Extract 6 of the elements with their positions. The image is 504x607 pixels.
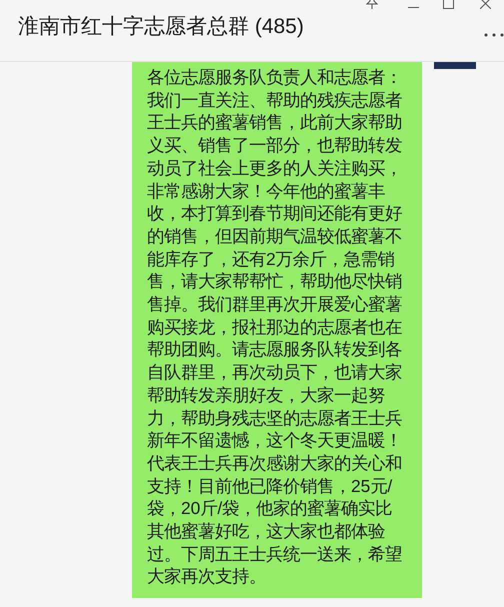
message-text: 各位志愿服务队负责人和志愿者： 我们一直关注、帮助的残疾志愿者 王士兵的蜜薯销售，此前大家帮助 义买、销售了一部分，也帮助转发 动员了社会上更多的人关注购买， 非常感谢大家！今年他的蜜薯丰 收，本打算到春节期间还能有更好 的销售，但因前期气温较低蜜薯不 能库存了，还有2万余斤，急需销 售，请大家帮帮忙，帮助他尽快销 售掉。我们群里再次开展爱心蜜薯 购买接龙，报社那边的志愿者也在 帮助团购。请志愿服务队转发到各 自队群里，再次动员下，也请大家 帮助转发亲朋好友，大家一起努 力，帮助身残志坚的志愿者王士兵 新年不留遗憾，这个冬天更温暖！ 代表王士兵再次感谢大家的关心和 支持！目前他已降价销售，25元/ 袋，20斤/袋，他家的蜜薯确实比 其他蜜薯好吃，这大家也都体验 过。下周五王士兵统一送来，希望 大家再次支持。 — [147, 66, 402, 588]
maximize-icon[interactable] — [442, 0, 454, 9]
more-icon[interactable] — [484, 33, 504, 37]
close-icon[interactable] — [480, 0, 490, 9]
window-title: 淮南市红十字志愿者总群 (485) — [18, 14, 304, 40]
minimize-icon[interactable] — [408, 5, 418, 9]
